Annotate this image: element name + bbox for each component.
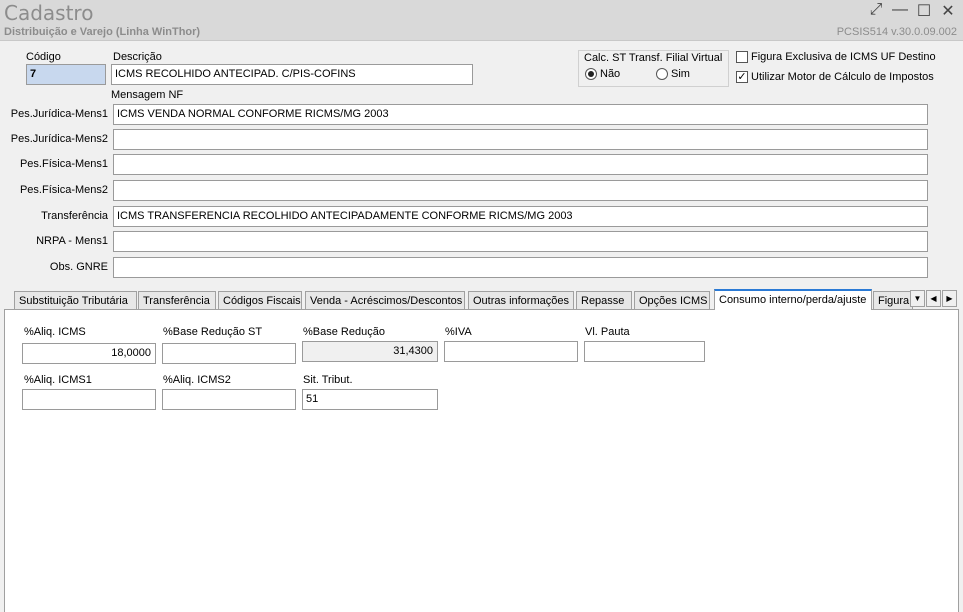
pes-juridica-mens2-field[interactable]: [113, 129, 928, 150]
maximize-icon[interactable]: ☐: [915, 1, 933, 21]
check-figura-exclusiva[interactable]: Figura Exclusiva de ICMS UF Destino: [736, 51, 936, 63]
radio-sim-label: Sim: [671, 68, 690, 80]
tab-codigos-fiscais[interactable]: Códigos Fiscais: [218, 291, 302, 310]
aliq-icms-field[interactable]: 18,0000: [22, 343, 156, 364]
row-label: Pes.Física-Mens1: [19, 158, 108, 170]
window-subtitle: Distribuição e Varejo (Linha WinThor): [4, 26, 201, 38]
tab-outras-informacoes[interactable]: Outras informações: [468, 291, 574, 310]
checkbox-checked-icon: ✓: [736, 71, 748, 83]
descricao-label: Descrição: [113, 51, 162, 63]
descricao-field[interactable]: ICMS RECOLHIDO ANTECIPAD. C/PIS-COFINS: [111, 64, 473, 85]
pes-fisica-mens1-field[interactable]: [113, 154, 928, 175]
close-icon[interactable]: ✕: [939, 1, 957, 21]
radio-nao-label: Não: [600, 68, 621, 80]
tab-opcoes-icms[interactable]: Opções ICMS: [634, 291, 710, 310]
aliq-icms2-field[interactable]: [162, 389, 296, 410]
tab-strip: Substituição Tributária Transferência Có…: [4, 289, 959, 310]
radio-unselected-icon: [656, 68, 668, 80]
window-title: Cadastro: [4, 1, 94, 25]
pes-fisica-mens2-field[interactable]: [113, 180, 928, 201]
iva-field[interactable]: [444, 341, 578, 362]
tab-figura[interactable]: Figura: [873, 291, 913, 310]
radio-nao[interactable]: Não: [585, 68, 620, 80]
row-label: Pes.Física-Mens2: [19, 184, 108, 196]
tab-dropdown-icon[interactable]: ▼: [910, 290, 925, 307]
check-motor-calculo[interactable]: ✓ Utilizar Motor de Cálculo de Impostos: [736, 71, 934, 83]
radio-sim[interactable]: Sim: [656, 68, 690, 80]
base-reducao-st-label: %Base Redução ST: [163, 326, 263, 338]
aliq-icms1-field[interactable]: [22, 389, 156, 410]
sit-tribut-field[interactable]: 51: [302, 389, 438, 410]
tab-venda-acrescimos[interactable]: Venda - Acréscimos/Descontos: [305, 291, 465, 310]
transferencia-field[interactable]: ICMS TRANSFERENCIA RECOLHIDO ANTECIPADAM…: [113, 206, 928, 227]
obs-gnre-field[interactable]: [113, 257, 928, 278]
mensagem-nf-label: Mensagem NF: [111, 89, 184, 101]
tab-consumo-interno[interactable]: Consumo interno/perda/ajuste: [714, 289, 872, 310]
sit-tribut-label: Sit. Tribut.: [303, 374, 353, 386]
calc-st-label: Calc. ST Transf. Filial Virtual: [584, 52, 723, 64]
check-motor-label: Utilizar Motor de Cálculo de Impostos: [751, 71, 934, 83]
iva-label: %IVA: [445, 326, 472, 338]
pes-juridica-mens1-field[interactable]: ICMS VENDA NORMAL CONFORME RICMS/MG 2003: [113, 104, 928, 125]
radio-selected-icon: [585, 68, 597, 80]
nrpa-mens1-field[interactable]: [113, 231, 928, 252]
base-reducao-label: %Base Redução: [303, 326, 385, 338]
row-label: Pes.Jurídica-Mens2: [10, 133, 108, 145]
tab-scroll-left-icon[interactable]: ◀: [926, 290, 941, 307]
restore-icon[interactable]: ⤢: [867, 1, 885, 21]
row-label: NRPA - Mens1: [36, 235, 108, 247]
vl-pauta-field[interactable]: [584, 341, 705, 362]
aliq-icms-label: %Aliq. ICMS: [24, 326, 86, 338]
tab-substituicao-tributaria[interactable]: Substituição Tributária: [14, 291, 137, 310]
row-label: Obs. GNRE: [49, 261, 108, 273]
vl-pauta-label: Vl. Pauta: [585, 326, 630, 338]
row-label: Pes.Jurídica-Mens1: [10, 108, 108, 120]
codigo-field[interactable]: 7: [26, 64, 106, 85]
minimize-icon[interactable]: —: [891, 1, 909, 21]
aliq-icms2-label: %Aliq. ICMS2: [163, 374, 231, 386]
codigo-label: Código: [26, 51, 61, 63]
tab-transferencia[interactable]: Transferência: [138, 291, 216, 310]
window-controls: ⤢ — ☐ ✕: [867, 1, 957, 21]
tab-repasse[interactable]: Repasse: [576, 291, 632, 310]
check-figura-label: Figura Exclusiva de ICMS UF Destino: [751, 51, 936, 63]
checkbox-unchecked-icon: [736, 51, 748, 63]
row-label: Transferência: [41, 210, 108, 222]
aliq-icms1-label: %Aliq. ICMS1: [24, 374, 92, 386]
base-reducao-st-field[interactable]: [162, 343, 296, 364]
base-reducao-field[interactable]: 31,4300: [302, 341, 438, 362]
title-bar: Cadastro Distribuição e Varejo (Linha Wi…: [0, 0, 963, 41]
version-label: PCSIS514 v.30.0.09.002: [836, 26, 957, 38]
tab-scroll-right-icon[interactable]: ▶: [942, 290, 957, 307]
